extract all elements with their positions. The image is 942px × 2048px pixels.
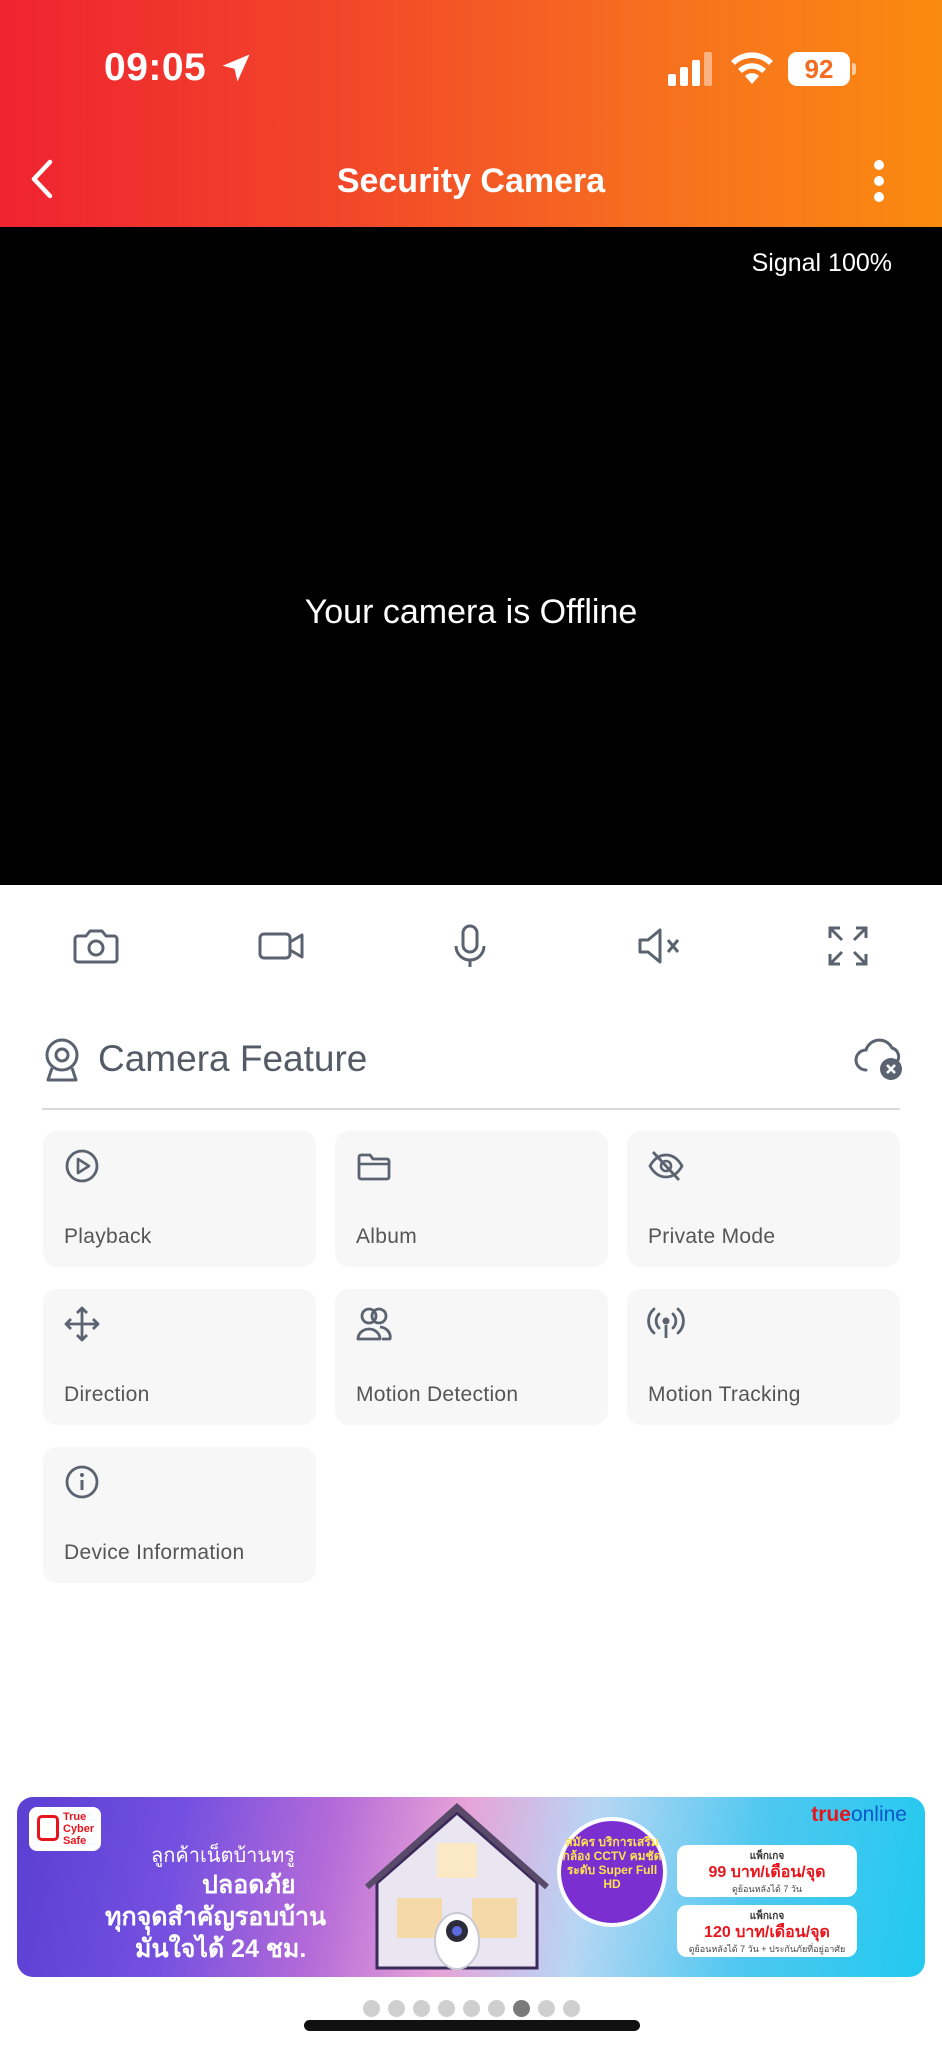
- signal-strength: Signal 100%: [751, 249, 892, 277]
- pager-dot[interactable]: [462, 2000, 480, 2017]
- promo-circle: สมัคร บริการเสริม กล้อง CCTV คมชัดระดับ …: [557, 1817, 667, 1927]
- camera-feature-header: Camera Feature: [42, 1030, 902, 1110]
- eye-off-icon: [647, 1147, 685, 1185]
- package-120: แพ็กเกจ 120 บาท/เดือน/จุด ดูย้อนหลังได้ …: [677, 1905, 857, 1957]
- battery-level: 92: [804, 54, 834, 84]
- play-circle-icon: [63, 1147, 101, 1185]
- app-header: 09:05 92 Security Camera: [0, 0, 942, 227]
- page-title: Security Camera: [336, 162, 606, 200]
- feature-card-device-information[interactable]: Device Information: [43, 1447, 316, 1583]
- cellular-signal-icon: [668, 52, 712, 86]
- pager-dot[interactable]: [537, 2000, 555, 2017]
- true-online-logo: trueonline: [811, 1803, 907, 1826]
- banner-pager: [0, 2000, 942, 2020]
- pager-dot[interactable]: [487, 2000, 505, 2017]
- card-label: Motion Detection: [356, 1383, 519, 1406]
- pager-dot[interactable]: [387, 2000, 405, 2017]
- feature-card-album[interactable]: Album: [335, 1131, 608, 1267]
- wifi-icon: [731, 52, 773, 84]
- speaker-muted-icon[interactable]: [634, 920, 686, 972]
- package-99: แพ็กเกจ 99 บาท/เดือน/จุด ดูย้อนหลังได้ 7…: [677, 1845, 857, 1897]
- house-illustration: [365, 1803, 549, 1970]
- feature-card-motion-detection[interactable]: Motion Detection: [335, 1289, 608, 1425]
- card-label: Playback: [64, 1225, 152, 1248]
- webcam-icon: [45, 1038, 79, 1082]
- banner-text-line4: มั่นใจได้ 24 ชม.: [135, 1935, 307, 1963]
- pager-dot[interactable]: [412, 2000, 430, 2017]
- pager-dot[interactable]: [437, 2000, 455, 2017]
- pager-dot[interactable]: [562, 2000, 580, 2017]
- card-label: Private Mode: [648, 1225, 776, 1248]
- true-cyber-safe-logo: True Cyber Safe: [29, 1807, 101, 1851]
- info-circle-icon: [63, 1463, 101, 1501]
- feature-card-motion-tracking[interactable]: Motion Tracking: [627, 1289, 900, 1425]
- video-record-icon[interactable]: [256, 920, 308, 972]
- pager-dot[interactable]: [362, 2000, 380, 2017]
- microphone-icon[interactable]: [444, 920, 496, 972]
- more-vertical-icon[interactable]: [874, 160, 884, 202]
- promo-banner[interactable]: True Cyber Safe ลูกค้าเน็ตบ้านทรู ปลอดภั…: [17, 1797, 925, 1977]
- home-indicator[interactable]: [304, 2020, 640, 2031]
- camera-video-view[interactable]: Signal 100% Your camera is Offline: [0, 227, 942, 885]
- cloud-error-icon[interactable]: [854, 1036, 906, 1082]
- battery-icon: 92: [788, 52, 856, 86]
- feature-card-direction[interactable]: Direction: [43, 1289, 316, 1425]
- feature-card-private-mode[interactable]: Private Mode: [627, 1131, 900, 1267]
- pager-dot[interactable]: [512, 2000, 530, 2017]
- card-label: Direction: [64, 1383, 150, 1406]
- camera-icon[interactable]: [70, 920, 122, 972]
- video-controls: [0, 920, 942, 980]
- feature-card-playback[interactable]: Playback: [43, 1131, 316, 1267]
- folder-icon: [355, 1147, 393, 1185]
- people-icon: [355, 1305, 393, 1343]
- status-time: 09:05: [104, 46, 207, 89]
- section-title: Camera Feature: [98, 1038, 368, 1079]
- tracking-waves-icon: [647, 1305, 685, 1343]
- location-arrow-icon: [222, 54, 250, 82]
- status-bar: 09:05 92: [0, 0, 942, 140]
- move-arrows-icon: [63, 1305, 101, 1343]
- card-label: Motion Tracking: [648, 1383, 801, 1406]
- card-label: Device Information: [64, 1541, 245, 1564]
- fullscreen-icon[interactable]: [822, 920, 874, 972]
- card-label: Album: [356, 1225, 418, 1248]
- offline-message: Your camera is Offline: [304, 593, 638, 631]
